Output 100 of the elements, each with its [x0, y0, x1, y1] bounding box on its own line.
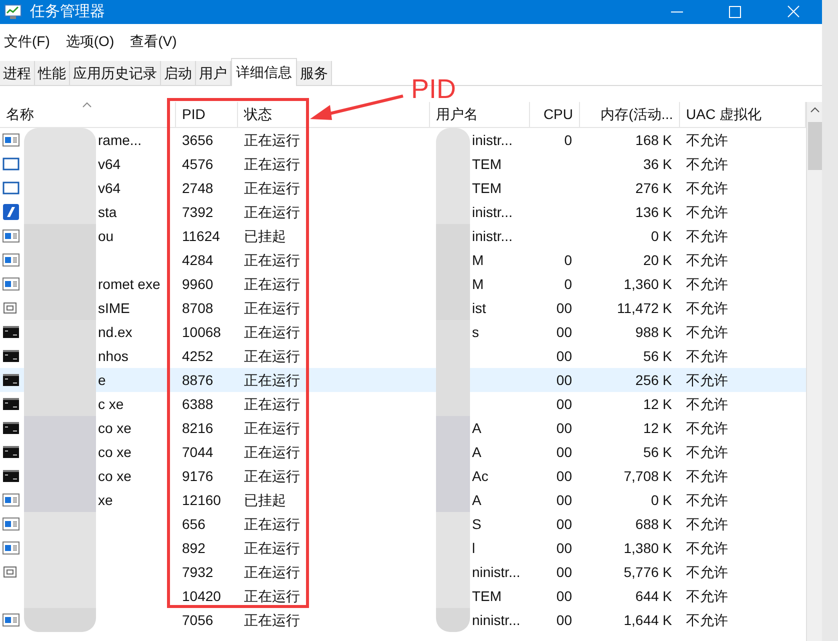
column-header[interactable]: CPU	[543, 104, 573, 125]
table-cell-text: l	[472, 538, 476, 558]
table-cell-text: 12 K	[643, 418, 672, 438]
table-row[interactable]: v64 4576 正在运行 TEM 36 K 不允许	[0, 152, 806, 176]
table-cell-text: 10420	[182, 586, 221, 606]
scrollbar[interactable]	[806, 102, 822, 641]
table-row[interactable]: rame... 3656 正在运行 inistr... 0 168 K 不允许	[0, 128, 806, 152]
table-cell-text: TEM	[472, 178, 502, 198]
table-cell-text: TEM	[472, 586, 502, 606]
table-cell-text: 00	[556, 394, 572, 414]
table-row[interactable]: xe 12160 已挂起 A 00 0 K 不允许	[0, 488, 806, 512]
tab[interactable]: 用户	[196, 61, 231, 85]
column-header[interactable]: UAC 虚拟化	[686, 104, 762, 125]
table-cell-text: 不允许	[686, 370, 728, 390]
table-cell-text: 11,472 K	[616, 298, 672, 318]
column-header[interactable]: PID	[182, 104, 206, 125]
table-row[interactable]: romet exe 9960 正在运行 M 0 1,360 K 不允许	[0, 272, 806, 296]
tab[interactable]: 详细信息	[231, 58, 297, 86]
table-cell-text: 00	[556, 562, 572, 582]
table-cell-text: 不允许	[686, 562, 728, 582]
table-row[interactable]: nd.ex 10068 正在运行 s 00 988 K 不允许	[0, 320, 806, 344]
table-cell-text: 不允许	[686, 322, 728, 342]
table-cell-text: 00	[556, 442, 572, 462]
table-cell-text: 276 K	[635, 178, 672, 198]
table-row[interactable]: co xe 9176 正在运行 Ac 00 7,708 K 不允许	[0, 464, 806, 488]
table-row[interactable]: sta 7392 正在运行 inistr... 136 K 不允许	[0, 200, 806, 224]
table-cell-text: 不允许	[686, 394, 728, 414]
redaction-block	[436, 200, 470, 224]
table-cell-text: 20 K	[643, 250, 672, 270]
table-row[interactable]: 10420 正在运行 TEM 00 644 K 不允许	[0, 584, 806, 608]
menu-item[interactable]: 文件(F)	[0, 30, 54, 52]
redaction-block	[436, 296, 470, 320]
table-cell-text: s	[472, 322, 479, 342]
table-cell-text: 1,380 K	[624, 538, 672, 558]
column-header[interactable]: 内存(活动...	[600, 104, 673, 125]
tab[interactable]: 进程	[0, 61, 35, 85]
console-icon	[2, 323, 20, 341]
table-cell-text: 已挂起	[244, 226, 286, 246]
console-icon	[2, 371, 20, 389]
table-row[interactable]: nhos 4252 正在运行 00 56 K 不允许	[0, 344, 806, 368]
table-row[interactable]: co xe 7044 正在运行 A 00 56 K 不允许	[0, 440, 806, 464]
table-cell-text: 不允许	[686, 610, 728, 630]
table-row[interactable]: 4284 正在运行 M 0 20 K 不允许	[0, 248, 806, 272]
tab[interactable]: 性能	[35, 61, 70, 85]
annotation-label: PID	[411, 73, 456, 105]
table-cell-text: 正在运行	[244, 178, 300, 198]
redaction-block	[436, 224, 470, 248]
table-row[interactable]: c xe 6388 正在运行 00 12 K 不允许	[0, 392, 806, 416]
table-cell-text: 不允许	[686, 466, 728, 486]
table-cell-text: 3656	[182, 130, 214, 150]
redaction-block	[436, 512, 470, 536]
table-cell-text: rame...	[98, 130, 142, 150]
scrollbar-thumb[interactable]	[808, 122, 822, 170]
column-header[interactable]: 状态	[244, 104, 272, 125]
table-cell-text: 不允许	[686, 490, 728, 510]
tab[interactable]: 启动	[161, 61, 196, 85]
menu-item[interactable]: 选项(O)	[62, 30, 118, 52]
column-header[interactable]: 名称	[6, 104, 34, 125]
table-row[interactable]: 7056 正在运行 ninistr... 00 1,644 K 不允许	[0, 608, 806, 632]
table-row[interactable]: co xe 8216 正在运行 A 00 12 K 不允许	[0, 416, 806, 440]
console-icon	[2, 419, 20, 437]
table-cell-text: 正在运行	[244, 586, 300, 606]
table-cell-text: 正在运行	[244, 610, 300, 630]
table-row[interactable]: 892 正在运行 l 00 1,380 K 不允许	[0, 536, 806, 560]
table-cell-text: 不允许	[686, 226, 728, 246]
table-row[interactable]: 656 正在运行 S 00 688 K 不允许	[0, 512, 806, 536]
table-cell-text: 正在运行	[244, 418, 300, 438]
table-cell-text: 36 K	[643, 154, 672, 174]
table-cell-text: 正在运行	[244, 322, 300, 342]
table-cell-text: 56 K	[643, 346, 672, 366]
table-cell-text: M	[472, 274, 484, 294]
table-cell-text: 8216	[182, 418, 214, 438]
table-row[interactable]: 7932 正在运行 ninistr... 00 5,776 K 不允许	[0, 560, 806, 584]
table-cell-text: ninistr...	[472, 562, 520, 582]
menu-item[interactable]: 查看(V)	[126, 30, 181, 52]
table-cell-text: 1,360 K	[624, 274, 672, 294]
table-cell-text: 4252	[182, 346, 214, 366]
table-cell-text: 9960	[182, 274, 214, 294]
table-cell-text: co xe	[98, 466, 132, 486]
table-cell-text: TEM	[472, 154, 502, 174]
table-cell-text: 0 K	[650, 226, 672, 246]
console-icon	[2, 443, 20, 461]
table-row[interactable]: v64 2748 正在运行 TEM 276 K 不允许	[0, 176, 806, 200]
table-cell-text: e	[98, 370, 106, 390]
table-cell-text: 正在运行	[244, 514, 300, 534]
table-cell-text: 00	[556, 490, 572, 510]
table-cell-text: 656	[182, 514, 206, 534]
table-cell-text: co xe	[98, 442, 132, 462]
column-header[interactable]: 用户名	[436, 104, 478, 125]
table-cell-text: 56 K	[643, 442, 672, 462]
table-row[interactable]: e 8876 正在运行 00 256 K 不允许	[0, 368, 806, 392]
redaction-block	[24, 320, 96, 344]
scroll-up-icon[interactable]	[810, 106, 820, 114]
table-row[interactable]: ou 11624 已挂起 inistr... 0 K 不允许	[0, 224, 806, 248]
tab[interactable]: 服务	[297, 61, 332, 85]
table-row[interactable]: sIME 8708 正在运行 ist 00 11,472 K 不允许	[0, 296, 806, 320]
table-cell-text: nd.ex	[98, 322, 132, 342]
table-cell-text: 7,708 K	[624, 466, 672, 486]
tab[interactable]: 应用历史记录	[70, 61, 161, 85]
table-cell-text: 00	[556, 610, 572, 630]
